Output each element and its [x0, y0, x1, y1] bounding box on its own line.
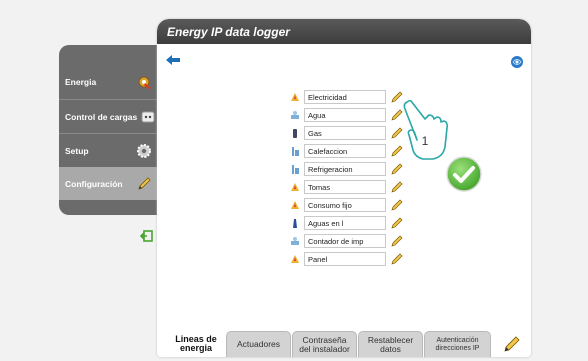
tab-label-line2: del instalador: [299, 343, 350, 354]
pencil-icon: [138, 176, 151, 190]
line-name-field[interactable]: Consumo fijo: [304, 198, 386, 212]
gas-icon: [293, 129, 297, 138]
tab-contrasena-del-instalador[interactable]: Contraseña del instalador: [292, 331, 357, 357]
tab-label-line2: direcciones IP: [435, 344, 480, 352]
list-item: Tomas: [289, 180, 414, 195]
edit-pencil-icon[interactable]: [390, 198, 404, 212]
line-name-field[interactable]: Agua: [304, 108, 386, 122]
hand-pointer-icon: 1: [403, 99, 448, 160]
list-item: Contador de imp: [289, 234, 414, 249]
tab-autenticacion-direcciones-ip[interactable]: Autenticación direcciones IP: [424, 331, 491, 357]
gear-icon: [137, 143, 151, 158]
list-item: Consumo fijo: [289, 198, 414, 213]
line-name-field[interactable]: Aguas en l: [304, 216, 386, 230]
edit-pencil-icon[interactable]: [390, 252, 404, 266]
line-name-field[interactable]: Calefaccion: [304, 144, 386, 158]
edit-pencil-icon[interactable]: [390, 216, 404, 230]
line-name-field[interactable]: Contador de imp: [304, 234, 386, 248]
line-name-field[interactable]: Panel: [304, 252, 386, 266]
sidebar-item-label: Energia: [65, 76, 97, 87]
back-arrow-icon[interactable]: [166, 55, 180, 65]
edit-pencil-icon[interactable]: [503, 335, 521, 353]
list-item: Aguas en l: [289, 216, 414, 231]
main-window: Energy IP data logger Electricidad Agua …: [157, 19, 531, 357]
exit-icon[interactable]: [139, 228, 155, 244]
line-name-field[interactable]: Refrigeracion: [304, 162, 386, 176]
network-icon[interactable]: [510, 55, 524, 69]
tab-restablecer-datos[interactable]: Restablecer datos: [358, 331, 423, 357]
tab-label-line2: datos: [380, 343, 401, 354]
sidebar-item-setup[interactable]: Setup: [59, 134, 162, 167]
line-name-field[interactable]: Gas: [304, 126, 386, 140]
tab-lineas-de-energia[interactable]: Lineas de energia: [167, 330, 225, 357]
sidebar-item-label: Control de cargas: [65, 111, 138, 122]
tab-bar: Lineas de energia Actuadores Contraseña de…: [157, 330, 531, 357]
sidebar-item-label: Setup: [65, 145, 89, 156]
electricity-icon: [291, 201, 299, 209]
sidebar-item-configuracion[interactable]: Configuración: [59, 167, 162, 200]
line-name-field[interactable]: Electricidad: [304, 90, 386, 104]
sidebar: Energia Control de cargas Setup Configur…: [59, 45, 162, 215]
radiator-icon: [292, 165, 299, 174]
bottle-icon: [293, 219, 297, 228]
window-title: Energy IP data logger: [157, 19, 531, 44]
edit-pencil-icon[interactable]: [390, 234, 404, 248]
tab-label: Actuadores: [237, 339, 280, 349]
sidebar-item-label: Configuración: [65, 178, 123, 189]
list-item: Panel: [289, 252, 414, 267]
line-name-field[interactable]: Tomas: [304, 180, 386, 194]
callout-number: 1: [422, 134, 429, 148]
gear-flame-icon: [138, 76, 151, 89]
tab-label-line2: energia: [179, 343, 212, 353]
sidebar-item-control-de-cargas[interactable]: Control de cargas: [59, 100, 162, 133]
sidebar-item-energia[interactable]: Energia: [59, 65, 162, 98]
edit-pencil-icon[interactable]: [390, 180, 404, 194]
water-icon: [291, 237, 299, 245]
tab-actuadores[interactable]: Actuadores: [226, 331, 291, 357]
water-icon: [291, 111, 299, 119]
electricity-icon: [291, 183, 299, 191]
electricity-icon: [291, 255, 299, 263]
radiator-icon: [292, 147, 299, 156]
electricity-icon: [291, 93, 299, 101]
tab-label-line1: Autenticación: [436, 336, 479, 344]
plug-icon: [141, 111, 155, 122]
